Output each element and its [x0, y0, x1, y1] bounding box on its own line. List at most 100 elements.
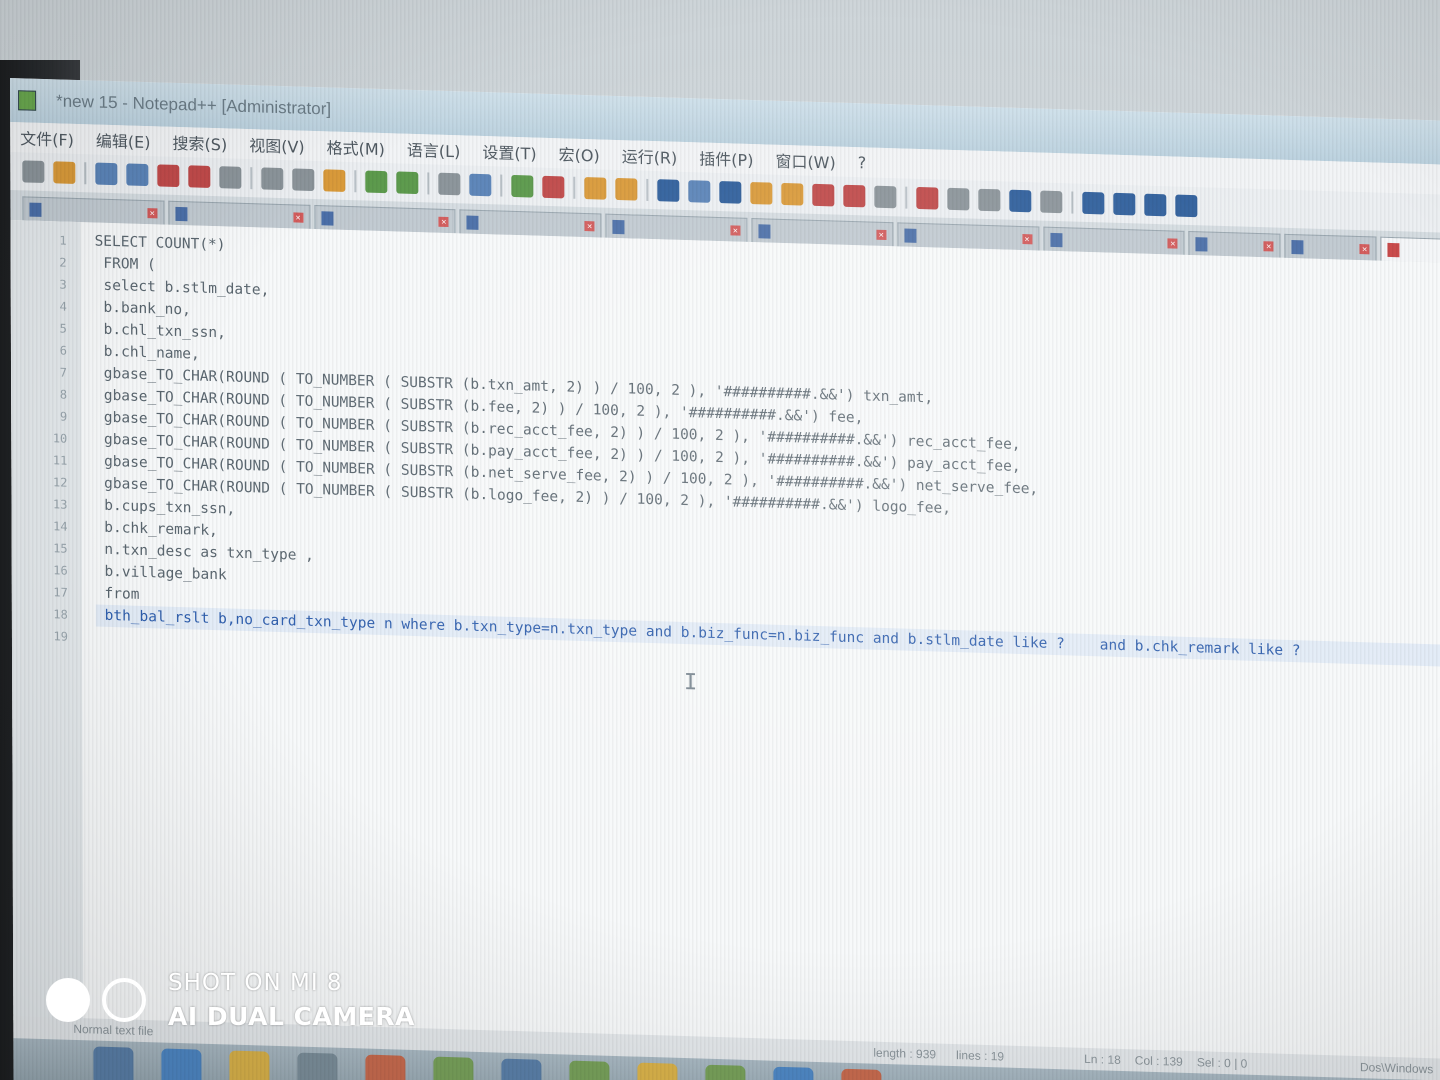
- redo-icon[interactable]: [396, 171, 419, 195]
- file-tab-icon: [1291, 239, 1304, 254]
- line-number: 15: [53, 541, 68, 556]
- up-icon[interactable]: [1113, 192, 1136, 216]
- toolbar-separator: [354, 170, 357, 193]
- watermark-text: SHOT ON MI 8 AI DUAL CAMERA: [168, 966, 415, 1034]
- print-icon[interactable]: [219, 166, 242, 189]
- toolbar-separator: [1071, 191, 1074, 214]
- menu-item-10[interactable]: 窗口(W): [775, 148, 835, 174]
- line-number: 17: [53, 585, 68, 600]
- save-all-icon[interactable]: [126, 163, 149, 187]
- search-app-icon[interactable]: [297, 1052, 338, 1080]
- line-number: 7: [59, 365, 68, 380]
- show-all-chars-icon[interactable]: [688, 180, 711, 203]
- watermark-line-1: SHOT ON MI 8: [168, 970, 343, 996]
- notepadpp-icon: [18, 90, 37, 111]
- code-area[interactable]: SELECT COUNT(*) FROM ( select b.stlm_dat…: [80, 222, 1440, 1063]
- chrome-icon[interactable]: [841, 1068, 882, 1080]
- tab-close-icon[interactable]: ×: [730, 224, 741, 236]
- menu-item-11[interactable]: ?: [858, 153, 867, 172]
- app-icon-green[interactable]: [433, 1056, 474, 1080]
- editor[interactable]: 1 2 3 4 5 6 7 8 9 10 11 12 13 14 15 16 17 18 19 SELECT COU…: [10, 220, 1440, 1064]
- sync-horizontal-icon[interactable]: [615, 177, 638, 201]
- tab-close-icon[interactable]: ×: [438, 216, 449, 227]
- status-length: length : 939: [873, 1045, 937, 1062]
- wechat-icon[interactable]: [705, 1064, 746, 1080]
- last-icon[interactable]: [1175, 194, 1198, 218]
- app-icon-yellow[interactable]: [637, 1062, 678, 1080]
- start-button-icon[interactable]: [93, 1046, 134, 1080]
- tab-close-icon[interactable]: ×: [1359, 243, 1370, 254]
- menu-item-7[interactable]: 宏(O): [559, 141, 600, 166]
- file-tab-icon: [466, 215, 479, 230]
- menu-item-8[interactable]: 运行(R): [622, 143, 678, 169]
- save-icon[interactable]: [95, 162, 118, 186]
- status-col: Col : 139: [1134, 1053, 1183, 1069]
- folder-icon[interactable]: [229, 1050, 270, 1080]
- close-icon[interactable]: [157, 164, 180, 188]
- stop-macro-icon[interactable]: [947, 187, 970, 211]
- paste-icon[interactable]: [323, 169, 346, 192]
- zoom-out-icon[interactable]: [542, 175, 565, 199]
- line-number: 8: [59, 387, 68, 402]
- status-lines: lines : 19: [956, 1048, 1005, 1064]
- watermark-ring-icon: [102, 978, 146, 1022]
- save-macro-icon[interactable]: [1040, 190, 1063, 214]
- menu-item-5[interactable]: 语言(L): [407, 137, 460, 163]
- function-list-icon[interactable]: [812, 183, 835, 207]
- down-icon[interactable]: [1144, 193, 1167, 217]
- menu-item-6[interactable]: 设置(T): [482, 139, 536, 165]
- tab-close-icon[interactable]: ×: [1263, 240, 1274, 252]
- menu-item-4[interactable]: 格式(M): [327, 134, 385, 160]
- line-number: 12: [52, 475, 68, 490]
- indent-guide-icon[interactable]: [719, 181, 742, 204]
- new-file-icon[interactable]: [22, 160, 45, 184]
- word-wrap-icon[interactable]: [657, 179, 680, 202]
- copy-icon[interactable]: [292, 168, 315, 192]
- watermark-dot-icon: [46, 978, 90, 1022]
- tab-10[interactable]: [1380, 236, 1440, 264]
- tab-close-icon[interactable]: ×: [876, 229, 887, 240]
- tab-close-icon[interactable]: ×: [1022, 233, 1033, 244]
- menu-item-9[interactable]: 插件(P): [699, 145, 753, 171]
- ibeam-cursor-icon: I: [683, 670, 698, 696]
- doc-map-icon[interactable]: [781, 182, 804, 206]
- app-icon-blue[interactable]: [501, 1058, 542, 1080]
- tab-9[interactable]: ×: [1284, 233, 1377, 261]
- browser-icon[interactable]: [161, 1048, 202, 1080]
- open-file-icon[interactable]: [53, 161, 76, 184]
- app-icon-blue-2[interactable]: [773, 1066, 814, 1080]
- find-icon[interactable]: [438, 172, 461, 196]
- menu-item-2[interactable]: 搜索(S): [172, 130, 227, 156]
- tab-close-icon[interactable]: ×: [147, 207, 158, 218]
- language-icon[interactable]: [750, 181, 773, 205]
- line-number-gutter: 1 2 3 4 5 6 7 8 9 10 11 12 13 14 15 16 17 18 19: [10, 220, 84, 1023]
- undo-icon[interactable]: [365, 170, 388, 194]
- camera-watermark: SHOT ON MI 8 AI DUAL CAMERA: [46, 966, 415, 1034]
- close-all-icon[interactable]: [188, 165, 211, 188]
- file-tab-icon: [1195, 236, 1208, 252]
- app-icon-green-2[interactable]: [569, 1060, 610, 1080]
- tab-close-icon[interactable]: ×: [293, 211, 304, 223]
- tab-close-icon[interactable]: ×: [1167, 237, 1178, 249]
- file-tab-icon: [612, 219, 625, 234]
- tab-close-icon[interactable]: ×: [584, 220, 595, 231]
- status-eol: Dos\Windows: [1359, 1060, 1434, 1077]
- menu-item-1[interactable]: 编辑(E): [96, 128, 151, 154]
- file-tab-icon: [29, 202, 42, 217]
- replace-icon[interactable]: [469, 173, 492, 197]
- tab-8[interactable]: ×: [1188, 230, 1281, 258]
- menu-item-3[interactable]: 视图(V): [249, 132, 305, 158]
- watermark-line-2: AI DUAL CAMERA: [168, 1002, 415, 1031]
- first-icon[interactable]: [1082, 191, 1105, 215]
- cut-icon[interactable]: [261, 167, 284, 191]
- record-macro-icon[interactable]: [916, 186, 939, 210]
- menu-item-0[interactable]: 文件(F): [20, 125, 74, 151]
- run-macro-multiple-icon[interactable]: [1009, 189, 1032, 213]
- folder-workspace-icon[interactable]: [843, 184, 866, 208]
- app-icon-red[interactable]: [365, 1054, 406, 1080]
- window-title: *new 15 - Notepad++ [Administrator]: [56, 91, 332, 119]
- zoom-in-icon[interactable]: [511, 174, 534, 198]
- sync-vertical-icon[interactable]: [584, 177, 607, 200]
- play-macro-icon[interactable]: [978, 188, 1001, 212]
- monitoring-icon[interactable]: [874, 185, 897, 209]
